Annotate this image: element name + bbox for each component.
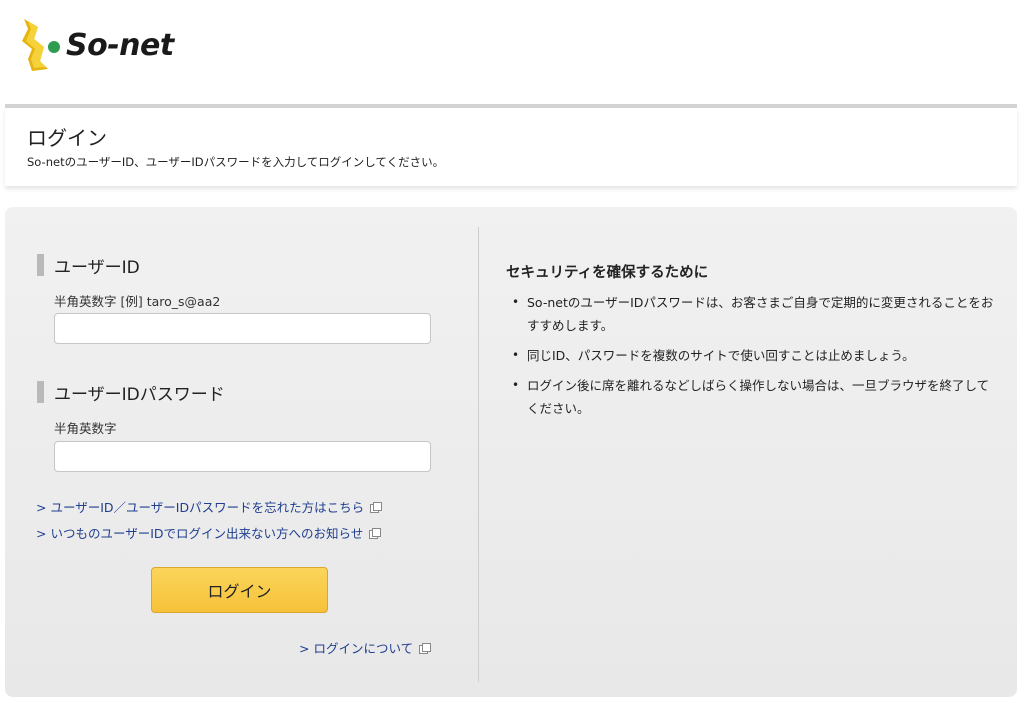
- cannot-login-notice-link[interactable]: > いつものユーザーIDでログイン出来ない方へのお知らせ: [36, 523, 382, 542]
- login-panel: ユーザーID 半角英数字 [例] taro_s@aa2 ユーザーIDパスワード …: [5, 207, 1017, 697]
- userid-label: ユーザーID: [54, 257, 140, 278]
- password-label: ユーザーIDパスワード: [54, 384, 225, 405]
- about-login-link-text: > ログインについて: [299, 641, 414, 656]
- password-hint: 半角英数字: [54, 421, 117, 436]
- about-login-link[interactable]: > ログインについて: [299, 638, 432, 657]
- forgot-password-link-text: > ユーザーID／ユーザーIDパスワードを忘れた方はこちら: [36, 500, 365, 515]
- security-tip: 同じID、パスワードを複数のサイトで使い回すことは止めましょう。: [506, 344, 996, 367]
- userid-section-heading: ユーザーID: [37, 254, 140, 278]
- cannot-login-link-text: > いつものユーザーIDでログイン出来ない方へのお知らせ: [36, 526, 364, 541]
- security-tip: ログイン後に席を離れるなどしばらく操作しない場合は、一旦ブラウザを終了してくださ…: [506, 374, 996, 420]
- security-title: セキュリティを確保するために: [506, 265, 709, 281]
- panel-divider: [478, 227, 479, 682]
- external-window-icon: [419, 642, 432, 654]
- userid-input[interactable]: [54, 313, 431, 344]
- logo-text: So-net: [66, 27, 174, 63]
- security-tip: So-netのユーザーIDパスワードは、お客さまご自身で定期的に変更されることを…: [506, 291, 996, 337]
- forgot-password-link[interactable]: > ユーザーID／ユーザーIDパスワードを忘れた方はこちら: [36, 497, 383, 516]
- password-section-heading: ユーザーIDパスワード: [37, 381, 225, 405]
- section-marker: [37, 381, 44, 403]
- so-net-logo[interactable]: So-net: [18, 14, 198, 76]
- external-window-icon: [370, 501, 383, 513]
- section-marker: [37, 254, 44, 276]
- page-subtitle: So-netのユーザーID、ユーザーIDパスワードを入力してログインしてください…: [27, 155, 445, 169]
- page-title: ログイン: [27, 126, 107, 150]
- page-title-box: ログイン So-netのユーザーID、ユーザーIDパスワードを入力してログインし…: [5, 108, 1017, 186]
- userid-hint: 半角英数字 [例] taro_s@aa2: [54, 294, 221, 309]
- so-net-logo-icon: [22, 19, 60, 71]
- login-button[interactable]: ログイン: [151, 567, 328, 613]
- password-input[interactable]: [54, 441, 431, 472]
- security-tips-list: So-netのユーザーIDパスワードは、お客さまご自身で定期的に変更されることを…: [506, 291, 996, 427]
- external-window-icon: [369, 527, 382, 539]
